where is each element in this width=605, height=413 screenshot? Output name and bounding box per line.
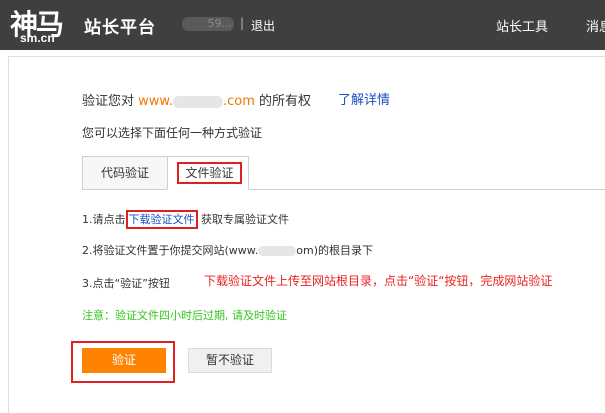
choose-method-text: 您可以选择下面任何一种方式验证 — [82, 126, 263, 140]
step-1-prefix: 1.请点击 — [82, 213, 126, 226]
instruction-annotation: 下载验证文件上传至网站根目录，点击“验证“按钮，完成网站验证 — [204, 274, 553, 288]
step-2: 2.将验证文件置于你提交网站(www. om)的根目录下 — [82, 242, 373, 258]
site-domain: www. .com — [138, 94, 255, 109]
step-2-suffix: om)的根目录下 — [296, 244, 374, 257]
site-title: 站长平台 — [84, 18, 156, 38]
step-1: 1.请点击 下载验证文件 获取专属验证文件 — [82, 210, 289, 229]
user-name[interactable]: 59... — [182, 17, 234, 31]
top-header: 神马 sm.cn 站长平台 59... | 退出 站长工具 消息 — [0, 0, 605, 50]
ownership-verify-text: 验证您对 www. .com 的所有权 — [82, 90, 311, 109]
learn-more-link[interactable]: 了解详情 — [338, 89, 390, 108]
step-3: 3.点击“验证”按钮 — [82, 277, 170, 290]
logo-domain: sm.cn — [20, 31, 55, 45]
redacted-domain-2 — [258, 246, 297, 256]
tab-code-verify[interactable]: 代码验证 — [82, 156, 167, 190]
step-2-prefix: 2.将验证文件置于你提交网站(www. — [82, 244, 259, 257]
expiry-note: 注意：验证文件四小时后过期, 请及时验证 — [82, 309, 287, 322]
logout-link[interactable]: 退出 — [251, 17, 275, 34]
verify-suffix: 的所有权 — [259, 94, 312, 109]
header-separator: | — [240, 16, 245, 30]
step-1-suffix: 获取专属验证文件 — [201, 213, 289, 226]
download-verify-file-link[interactable]: 下载验证文件 — [125, 210, 198, 229]
verify-button[interactable]: 验证 — [82, 348, 166, 373]
nav-webmaster-tools[interactable]: 站长工具 — [496, 16, 548, 35]
logo[interactable]: 神马 sm.cn — [10, 3, 75, 47]
tab-file-verify-label[interactable]: 文件验证 — [177, 162, 242, 184]
nav-messages[interactable]: 消息 — [586, 16, 605, 35]
redacted-domain — [173, 95, 223, 108]
verify-prefix: 验证您对 — [82, 94, 135, 109]
skip-verify-button[interactable]: 暂不验证 — [188, 348, 272, 373]
